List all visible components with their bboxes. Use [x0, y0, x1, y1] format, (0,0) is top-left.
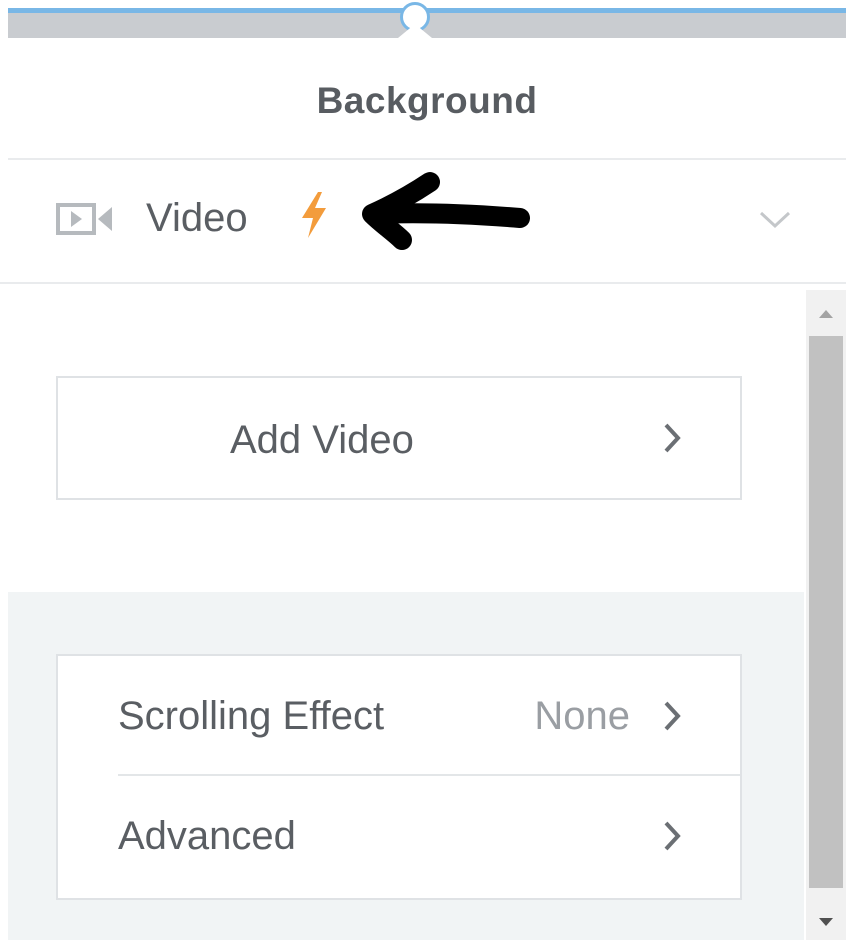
- video-camera-icon: [56, 199, 118, 244]
- scrolling-effect-label: Scrolling Effect: [118, 694, 385, 738]
- chevron-down-icon[interactable]: [758, 210, 792, 235]
- vertical-scrollbar[interactable]: [806, 290, 846, 940]
- video-section-label: Video: [146, 196, 248, 240]
- scrolling-effect-value: None: [534, 694, 630, 738]
- settings-card: Scrolling Effect None Advanced: [56, 654, 742, 900]
- panel-content: Add Video Scrolling Effect None Advanced: [8, 284, 804, 940]
- hand-drawn-arrow-icon: [362, 172, 530, 250]
- scrollbar-thumb[interactable]: [809, 336, 843, 888]
- scrolling-effect-row[interactable]: Scrolling Effect None: [58, 656, 740, 776]
- lightning-bolt-icon: [296, 190, 332, 245]
- add-video-button[interactable]: Add Video: [56, 376, 742, 500]
- top-resize-strip: [0, 0, 846, 38]
- panel-header: Background: [8, 38, 846, 160]
- scroll-down-arrow-icon[interactable]: [818, 914, 834, 932]
- pointer-notch: [398, 24, 432, 38]
- panel-title: Background: [316, 80, 538, 121]
- chevron-right-icon: [662, 820, 682, 857]
- chevron-right-icon: [662, 700, 682, 737]
- advanced-label: Advanced: [118, 814, 296, 858]
- scroll-up-arrow-icon[interactable]: [818, 306, 834, 324]
- advanced-row[interactable]: Advanced: [58, 776, 740, 896]
- add-video-label: Add Video: [230, 418, 414, 462]
- chevron-right-icon: [662, 422, 682, 459]
